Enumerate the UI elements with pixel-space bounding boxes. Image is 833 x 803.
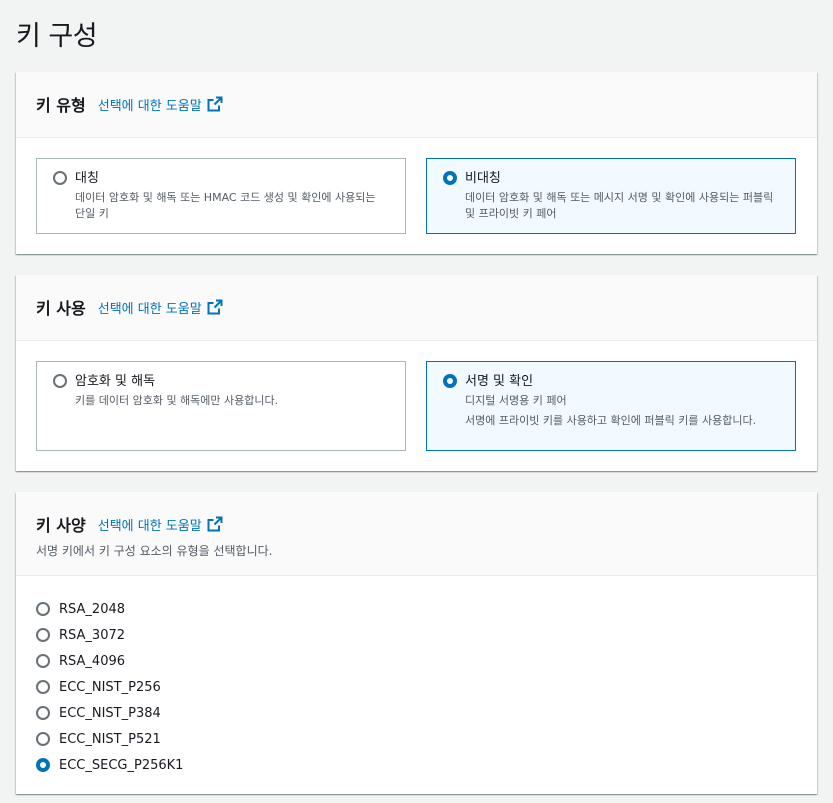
- spec-option-rsa-2048[interactable]: RSA_2048: [36, 596, 183, 622]
- external-link-icon: [207, 516, 223, 532]
- asymmetric-radio[interactable]: [443, 171, 457, 185]
- sign-verify-description: 디지털 서명용 키 페어: [465, 394, 567, 407]
- key-usage-encrypt-tile[interactable]: 암호화 및 해독 키를 데이터 암호화 및 해독에만 사용합니다.: [36, 361, 406, 451]
- spec-option-ecc-secg-p256k1[interactable]: ECC_SECG_P256K1: [36, 752, 183, 778]
- key-spec-description: 서명 키에서 키 구성 요소의 유형을 선택합니다.: [36, 544, 273, 558]
- spec-label: ECC_NIST_P256: [59, 679, 161, 695]
- key-type-panel: 키 유형 선택에 대한 도움말 대칭 데이터 암호화 및 해독 또는 HMAC …: [16, 72, 817, 254]
- info-link-label: 선택에 대한 도움말: [97, 301, 202, 317]
- spec-label: RSA_3072: [59, 627, 126, 643]
- symmetric-label: 대칭: [75, 171, 99, 186]
- spec-radio[interactable]: [36, 628, 50, 642]
- sign-verify-detail: 서명에 프라이빗 키를 사용하고 확인에 퍼블릭 키를 사용합니다.: [465, 414, 757, 427]
- key-type-info-link[interactable]: 선택에 대한 도움말: [98, 95, 223, 114]
- spec-option-ecc-nist-p521[interactable]: ECC_NIST_P521: [36, 726, 183, 752]
- encrypt-decrypt-radio[interactable]: [53, 374, 67, 388]
- spec-option-rsa-3072[interactable]: RSA_3072: [36, 622, 183, 648]
- spec-radio[interactable]: [36, 654, 50, 668]
- spec-option-ecc-nist-p384[interactable]: ECC_NIST_P384: [36, 700, 183, 726]
- key-spec-header: 키 사양 선택에 대한 도움말 서명 키에서 키 구성 요소의 유형을 선택합니…: [16, 492, 817, 576]
- key-spec-info-link[interactable]: 선택에 대한 도움말: [98, 515, 223, 534]
- encrypt-decrypt-description: 키를 데이터 암호화 및 해독에만 사용합니다.: [75, 394, 279, 407]
- sign-verify-radio[interactable]: [443, 374, 457, 388]
- key-spec-radio-group: RSA_2048 RSA_3072 RSA_4096 ECC_NIST_P256…: [36, 596, 183, 778]
- key-spec-panel: 키 사양 선택에 대한 도움말 서명 키에서 키 구성 요소의 유형을 선택합니…: [16, 492, 817, 794]
- symmetric-radio[interactable]: [53, 171, 67, 185]
- key-usage-info-link[interactable]: 선택에 대한 도움말: [98, 298, 223, 317]
- spec-option-ecc-nist-p256[interactable]: ECC_NIST_P256: [36, 674, 183, 700]
- spec-label: ECC_NIST_P521: [59, 731, 161, 747]
- sign-verify-label: 서명 및 확인: [465, 374, 534, 389]
- page-title: 키 구성: [16, 21, 98, 52]
- spec-label: ECC_NIST_P384: [59, 705, 161, 721]
- asymmetric-description: 데이터 암호화 및 해독 또는 메시지 서명 및 확인에 사용되는 퍼블릭 및 …: [465, 191, 774, 220]
- spec-radio[interactable]: [36, 732, 50, 746]
- spec-option-rsa-4096[interactable]: RSA_4096: [36, 648, 183, 674]
- spec-radio[interactable]: [36, 758, 50, 772]
- key-type-symmetric-tile[interactable]: 대칭 데이터 암호화 및 해독 또는 HMAC 코드 생성 및 확인에 사용되는…: [36, 158, 406, 234]
- spec-radio[interactable]: [36, 680, 50, 694]
- spec-radio[interactable]: [36, 602, 50, 616]
- spec-radio[interactable]: [36, 706, 50, 720]
- spec-label: ECC_SECG_P256K1: [59, 757, 184, 773]
- key-spec-title: 키 사양: [36, 516, 86, 535]
- key-usage-panel: 키 사용 선택에 대한 도움말 암호화 및 해독 키를 데이터 암호화 및 해독…: [16, 275, 817, 471]
- key-type-title: 키 유형: [36, 96, 86, 115]
- key-type-asymmetric-tile[interactable]: 비대칭 데이터 암호화 및 해독 또는 메시지 서명 및 확인에 사용되는 퍼블…: [426, 158, 796, 234]
- key-usage-sign-tile[interactable]: 서명 및 확인 디지털 서명용 키 페어 서명에 프라이빗 키를 사용하고 확인…: [426, 361, 796, 451]
- external-link-icon: [207, 299, 223, 315]
- asymmetric-label: 비대칭: [465, 171, 501, 186]
- info-link-label: 선택에 대한 도움말: [97, 518, 202, 534]
- key-type-header: 키 유형 선택에 대한 도움말: [16, 72, 817, 138]
- info-link-label: 선택에 대한 도움말: [97, 98, 202, 114]
- spec-label: RSA_4096: [59, 653, 126, 669]
- symmetric-description: 데이터 암호화 및 해독 또는 HMAC 코드 생성 및 확인에 사용되는 단일…: [75, 191, 376, 220]
- spec-label: RSA_2048: [59, 601, 126, 617]
- key-usage-title: 키 사용: [36, 299, 86, 318]
- key-usage-header: 키 사용 선택에 대한 도움말: [16, 275, 817, 341]
- encrypt-decrypt-label: 암호화 및 해독: [75, 374, 156, 389]
- external-link-icon: [207, 96, 223, 112]
